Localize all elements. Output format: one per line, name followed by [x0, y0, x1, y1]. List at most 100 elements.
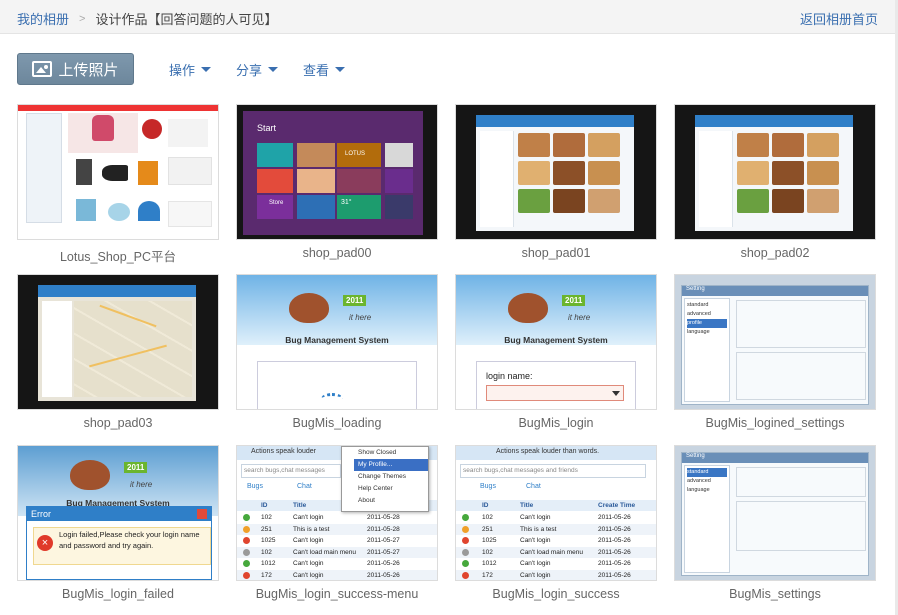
status-dot-icon [243, 525, 250, 533]
year-badge: 2011 [562, 295, 586, 306]
menu-item-selected: My Profile... [354, 459, 428, 471]
table-cell: 2011-05-26 [598, 525, 631, 533]
table-cell: 251 [261, 525, 272, 533]
upload-photo-button[interactable]: 上传照片 [17, 53, 134, 85]
photo-caption[interactable]: shop_pad02 [674, 246, 876, 260]
table-cell: Can't login [293, 571, 324, 579]
view-menu[interactable]: 查看 [303, 60, 346, 79]
photo-thumbnail[interactable] [674, 104, 876, 240]
photo-caption[interactable]: shop_pad01 [455, 246, 657, 260]
photo-item[interactable]: Actions speak louder than words. search … [455, 445, 657, 601]
photo-item[interactable]: shop_pad03 [17, 274, 219, 430]
system-title: Bug Management System [285, 335, 389, 345]
photo-thumbnail[interactable]: Actions speak louder search bugs,chat me… [236, 445, 438, 581]
photo-caption[interactable]: BugMis_login [455, 416, 657, 430]
photo-item[interactable]: shop_pad02 [674, 104, 876, 260]
photo-item[interactable]: 2011 it here Bug Management System Error… [17, 445, 219, 601]
photo-thumbnail[interactable]: 2011 it here Bug Management System [236, 274, 438, 410]
photo-caption[interactable]: BugMis_loading [236, 416, 438, 430]
photo-thumbnail[interactable]: 2011 it here Bug Management System login… [455, 274, 657, 410]
table-cell: Can't login [520, 514, 551, 521]
caret-down-icon [268, 66, 279, 72]
table-header: ID Title Create Time [456, 500, 656, 511]
album-title: 设计作品【回答问题的人可见】 [95, 12, 278, 27]
table-cell: 2011-05-26 [598, 514, 631, 521]
store-label: Store [269, 200, 284, 206]
menu-item: Help Center [358, 485, 393, 492]
photo-thumbnail[interactable] [455, 104, 657, 240]
photo-item[interactable]: Lotus_Shop_PC平台 [17, 104, 219, 265]
table-cell: 172 [261, 571, 272, 579]
photo-thumbnail[interactable] [17, 274, 219, 410]
photo-caption[interactable]: BugMis_settings [674, 587, 876, 601]
table-row: 102 Can't login 2011-05-28 [237, 512, 437, 523]
tagline: it here [130, 480, 153, 489]
photo-caption[interactable]: BugMis_logined_settings [674, 416, 876, 430]
table-cell: 102 [482, 548, 493, 556]
photo-item[interactable]: Start Store LOTUS 31° shop_pad00 [236, 104, 438, 260]
column-header: Title [520, 502, 534, 509]
settings-item: advanced [687, 311, 711, 317]
error-message: Login failed,Please check your login nam… [59, 530, 200, 550]
status-dot-icon [462, 525, 469, 533]
settings-item: advanced [687, 478, 711, 484]
photo-caption[interactable]: Lotus_Shop_PC平台 [17, 246, 219, 265]
photo-caption[interactable]: BugMis_login_success [455, 587, 657, 601]
table-cell: Can't login [293, 537, 324, 544]
table-row: 1025 Can't login 2011-05-26 [456, 535, 656, 546]
photo-caption[interactable]: shop_pad00 [236, 246, 438, 260]
photo-item[interactable]: Setting standard advanced profile langua… [674, 274, 876, 430]
search-field: search bugs,chat messages and friends [460, 464, 646, 478]
photo-item[interactable]: Setting standard advanced language BugMi… [674, 445, 876, 601]
tab-chat: Chat [297, 483, 312, 490]
temperature-label: 31° [341, 199, 352, 206]
table-cell: 2011-05-26 [367, 560, 400, 567]
table-cell: 2011-05-26 [598, 560, 631, 567]
upload-photo-label: 上传照片 [58, 61, 119, 79]
status-dot-icon [243, 514, 250, 521]
breadcrumb: 我的相册 > 设计作品【回答问题的人可见】 [17, 9, 277, 28]
year-badge: 2011 [124, 462, 148, 473]
tab-bugs: Bugs [480, 483, 496, 490]
login-name-label: login name: [486, 371, 533, 381]
table-cell: 1012 [482, 560, 497, 567]
breadcrumb-my-album-link[interactable]: 我的相册 [17, 9, 69, 28]
status-dot-icon [462, 548, 469, 556]
share-menu[interactable]: 分享 [236, 60, 279, 79]
status-dot-icon [243, 560, 250, 567]
settings-item: standard [687, 302, 709, 308]
table-row: 102 Can't load main menu 2011-05-27 [237, 546, 437, 558]
photo-thumbnail[interactable]: Actions speak louder than words. search … [455, 445, 657, 581]
table-cell: Can't login [520, 571, 551, 579]
photo-item[interactable]: Actions speak louder search bugs,chat me… [236, 445, 438, 601]
photo-thumbnail[interactable]: Setting standard advanced language [674, 445, 876, 581]
menu-item: About [358, 497, 375, 504]
table-row: 251 This is a test 2011-05-28 [237, 523, 437, 535]
operate-menu[interactable]: 操作 [169, 60, 212, 79]
settings-item-selected: standard [687, 468, 727, 477]
photo-thumbnail[interactable]: 2011 it here Bug Management System Error… [17, 445, 219, 581]
table-cell: Can't login [520, 560, 551, 567]
tab-bugs: Bugs [247, 483, 263, 490]
table-cell: 2011-05-27 [367, 548, 400, 556]
photo-caption[interactable]: BugMis_login_failed [17, 587, 219, 601]
table-cell: Can't login [293, 560, 324, 567]
settings-item-selected: profile [687, 319, 727, 328]
photo-item[interactable]: 2011 it here Bug Management System BugMi… [236, 274, 438, 430]
brand-label: LOTUS [345, 151, 366, 157]
breadcrumb-separator: > [79, 12, 86, 25]
photo-item[interactable]: 2011 it here Bug Management System login… [455, 274, 657, 430]
table-cell: This is a test [520, 525, 557, 533]
photo-thumbnail[interactable]: Setting standard advanced profile langua… [674, 274, 876, 410]
photo-caption[interactable]: shop_pad03 [17, 416, 219, 430]
table-cell: 2011-05-26 [367, 571, 400, 579]
photo-thumbnail[interactable] [17, 104, 219, 240]
photo-caption[interactable]: BugMis_login_success-menu [236, 587, 438, 601]
table-cell: 102 [261, 514, 272, 521]
photo-thumbnail[interactable]: Start Store LOTUS 31° [236, 104, 438, 240]
photo-item[interactable]: shop_pad01 [455, 104, 657, 260]
settings-title: Setting [682, 453, 868, 463]
table-row: 172 Can't login 2011-05-26 [456, 569, 656, 580]
banner-text: Actions speak louder [251, 448, 316, 455]
back-to-album-home-link[interactable]: 返回相册首页 [800, 9, 878, 28]
